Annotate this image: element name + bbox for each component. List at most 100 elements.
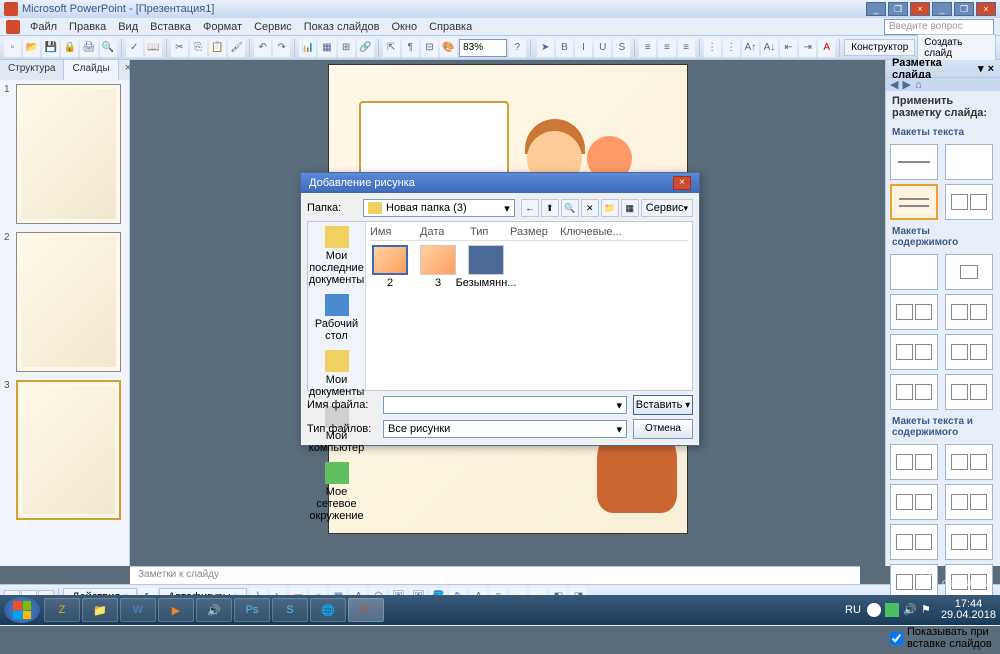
tray-volume-icon[interactable]: 🔊 <box>903 603 917 617</box>
doc-minimize-button[interactable]: _ <box>932 2 952 16</box>
preview-icon[interactable]: 🔍 <box>100 39 117 57</box>
bullets-icon[interactable]: ⋮ <box>723 39 740 57</box>
col-date[interactable]: Дата <box>420 226 470 238</box>
views-icon[interactable]: ▦ <box>621 199 639 217</box>
checkbox-input[interactable] <box>890 632 903 645</box>
layout-item[interactable] <box>945 524 993 560</box>
insert-button[interactable]: Вставить ▾ <box>633 395 693 415</box>
increase-font-icon[interactable]: A↑ <box>742 39 759 57</box>
minimize-button[interactable]: _ <box>866 2 886 16</box>
taskbar-skype[interactable]: S <box>272 598 308 622</box>
show-formatting-icon[interactable]: ¶ <box>402 39 419 57</box>
file-item[interactable]: 3 <box>418 245 458 289</box>
layout-item-selected[interactable] <box>890 184 938 220</box>
tables-borders-icon[interactable]: ⊞ <box>338 39 355 57</box>
layout-item[interactable] <box>890 294 938 330</box>
nav-home-icon[interactable]: ⌂ <box>915 79 922 91</box>
filetype-combo[interactable]: Все рисунки▾ <box>383 420 627 438</box>
folder-combo[interactable]: Новая папка (3) ▾ <box>363 199 515 217</box>
layout-item[interactable] <box>890 374 938 410</box>
expand-icon[interactable]: ⇱ <box>383 39 400 57</box>
layout-item[interactable] <box>945 484 993 520</box>
layout-item[interactable] <box>890 254 938 290</box>
align-center-icon[interactable]: ≡ <box>658 39 675 57</box>
layout-item[interactable] <box>890 444 938 480</box>
cut-icon[interactable]: ✂ <box>171 39 188 57</box>
taskbar-media[interactable]: ▶ <box>158 598 194 622</box>
undo-icon[interactable]: ↶ <box>254 39 271 57</box>
tray-icon[interactable] <box>867 603 881 617</box>
help-icon[interactable]: ? <box>509 39 526 57</box>
layout-item[interactable] <box>890 334 938 370</box>
layout-item[interactable] <box>890 144 938 180</box>
menu-slideshow[interactable]: Показ слайдов <box>298 19 386 35</box>
layout-item[interactable] <box>945 254 993 290</box>
menu-edit[interactable]: Правка <box>63 19 112 35</box>
clock-date[interactable]: 29.04.2018 <box>941 610 996 621</box>
close-button[interactable]: × <box>910 2 930 16</box>
tools-menu[interactable]: Сервис ▾ <box>641 199 693 217</box>
arrow-icon[interactable]: ➤ <box>537 39 554 57</box>
font-bold-icon[interactable]: B <box>556 39 573 57</box>
slide-thumbnail[interactable] <box>16 232 121 372</box>
menu-insert[interactable]: Вставка <box>144 19 197 35</box>
dialog-title-bar[interactable]: Добавление рисунка × <box>301 173 699 193</box>
file-columns[interactable]: Имя Дата Тип Размер Ключевые... <box>370 226 688 241</box>
shadow-icon[interactable]: S <box>613 39 630 57</box>
tab-slides[interactable]: Слайды <box>64 60 118 80</box>
increase-indent-icon[interactable]: ⇥ <box>799 39 816 57</box>
slide-thumbnail-selected[interactable] <box>16 380 121 520</box>
place-desktop[interactable]: Рабочий стол <box>308 294 365 342</box>
start-button[interactable] <box>4 597 40 623</box>
layout-item[interactable] <box>945 444 993 480</box>
format-painter-icon[interactable]: 🖌 <box>228 39 245 57</box>
align-right-icon[interactable]: ≡ <box>678 39 695 57</box>
maximize-button[interactable]: ❐ <box>888 2 908 16</box>
help-question-input[interactable]: Введите вопрос <box>884 19 994 35</box>
layout-item[interactable] <box>890 484 938 520</box>
layout-item[interactable] <box>945 144 993 180</box>
up-icon[interactable]: ⬆ <box>541 199 559 217</box>
font-underline-icon[interactable]: U <box>594 39 611 57</box>
layout-item[interactable] <box>945 374 993 410</box>
paste-icon[interactable]: 📋 <box>209 39 226 57</box>
place-recent[interactable]: Мои последние документы <box>308 226 365 286</box>
decrease-indent-icon[interactable]: ⇤ <box>780 39 797 57</box>
file-item[interactable]: Безымянн... <box>466 245 506 289</box>
design-button[interactable]: Конструктор <box>844 39 915 56</box>
menu-view[interactable]: Вид <box>112 19 144 35</box>
grid-icon[interactable]: ⊟ <box>421 39 438 57</box>
taskbar-powerpoint[interactable]: P <box>348 598 384 622</box>
notes-pane[interactable]: Заметки к слайду <box>130 566 860 584</box>
file-item-selected[interactable]: 2 <box>370 245 410 289</box>
filename-input[interactable]: ▾ <box>383 396 627 414</box>
show-on-insert-checkbox[interactable]: Показывать при вставке слайдов <box>886 621 1000 654</box>
task-pane-dropdown-icon[interactable]: ▾ <box>978 62 984 75</box>
new-icon[interactable]: ▫ <box>4 39 21 57</box>
dialog-close-button[interactable]: × <box>673 176 691 190</box>
menu-file[interactable]: Файл <box>24 19 63 35</box>
tray-network-icon[interactable] <box>885 603 899 617</box>
slide-thumbnail[interactable] <box>16 84 121 224</box>
menu-tools[interactable]: Сервис <box>248 19 298 35</box>
nav-back-icon[interactable]: ◀ <box>890 78 898 91</box>
new-folder-icon[interactable]: 📁 <box>601 199 619 217</box>
thumbnails-list[interactable]: 1 2 3 <box>0 80 129 566</box>
col-name[interactable]: Имя <box>370 226 420 238</box>
font-italic-icon[interactable]: I <box>575 39 592 57</box>
decrease-font-icon[interactable]: A↓ <box>761 39 778 57</box>
layout-item[interactable] <box>945 184 993 220</box>
menu-format[interactable]: Формат <box>197 19 248 35</box>
search-web-icon[interactable]: 🔍 <box>561 199 579 217</box>
col-size[interactable]: Размер <box>510 226 560 238</box>
file-list-area[interactable]: Имя Дата Тип Размер Ключевые... 2 3 Безы… <box>366 222 692 390</box>
layout-item[interactable] <box>945 294 993 330</box>
redo-icon[interactable]: ↷ <box>273 39 290 57</box>
taskbar-browser[interactable]: 🌐 <box>310 598 346 622</box>
lang-indicator[interactable]: RU <box>845 604 861 616</box>
cancel-button[interactable]: Отмена <box>633 419 693 439</box>
permission-icon[interactable]: 🔒 <box>61 39 78 57</box>
numbering-icon[interactable]: ⋮ <box>704 39 721 57</box>
layout-item[interactable] <box>890 524 938 560</box>
place-documents[interactable]: Мои документы <box>308 350 365 398</box>
